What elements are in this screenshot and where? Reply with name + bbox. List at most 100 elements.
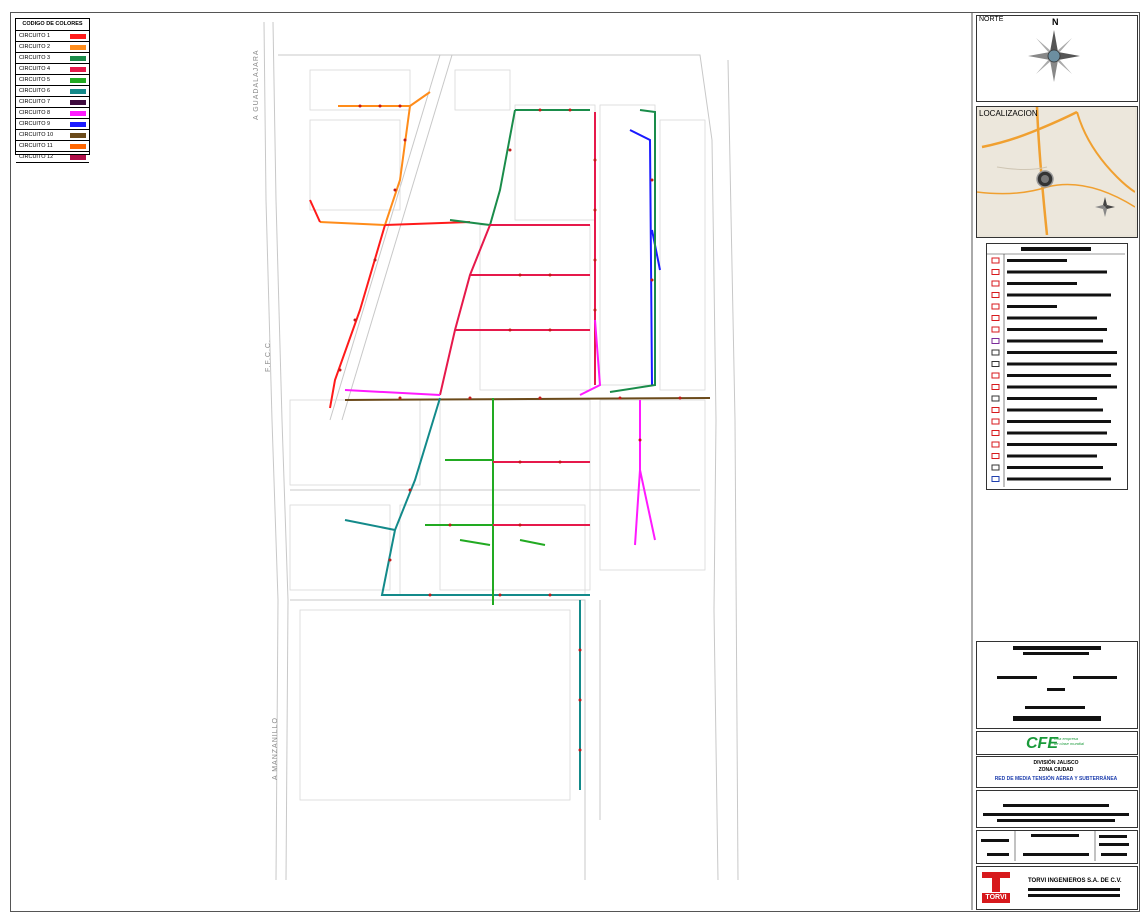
cfe-tagline: Una empresa de clase mundial (1054, 736, 1084, 746)
symbol-description (1007, 351, 1117, 354)
symbol-mark (991, 476, 1000, 482)
symbol-mark (991, 361, 1000, 367)
drawing-title-text (983, 804, 1129, 822)
location-map (977, 107, 1135, 235)
circuit-1-line (309, 199, 471, 409)
symbol-description (1007, 443, 1117, 446)
symbol-mark (991, 292, 1000, 298)
legend-swatch (70, 132, 86, 138)
circuit-6-line (344, 397, 590, 790)
legend-label: CIRCUITO 12 (19, 154, 54, 160)
legend-swatch (70, 77, 86, 83)
symbol-mark (991, 430, 1000, 436)
torvi-logo: TORVI (982, 872, 1010, 904)
pole-markers (338, 104, 682, 752)
legend-row: CIRCUITO 9 (16, 119, 89, 130)
company-name: TORVI INGENIEROS S.A. DE C.V. (1028, 878, 1122, 884)
circuit-3b-line (609, 109, 656, 393)
location-panel-title: LOCALIZACION (979, 109, 1038, 118)
legend-swatch (70, 55, 86, 61)
symbol-mark (991, 349, 1000, 356)
legend-label: CIRCUITO 1 (19, 33, 51, 39)
road-label-railroad: F.F.C.C. (265, 339, 272, 372)
symbol-description (1007, 270, 1107, 274)
symbol-description (1007, 477, 1111, 481)
legend-row: CIRCUITO 1 (16, 31, 89, 42)
road-label-manzanillo: A MANZANILLO (272, 717, 279, 780)
symbol-description (1007, 293, 1111, 297)
symbol-description (1007, 408, 1103, 412)
legend-label: CIRCUITO 5 (19, 77, 51, 83)
cfe-tagline-2: de clase mundial (1054, 741, 1085, 746)
symbol-description (1007, 397, 1097, 400)
circuit-4-line (439, 112, 596, 396)
symbol-description (1007, 420, 1111, 423)
legend-swatch (70, 33, 86, 39)
legend-label: CIRCUITO 2 (19, 44, 51, 50)
symbol-mark (991, 257, 1000, 264)
legend-row: CIRCUITO 3 (16, 53, 89, 64)
symbol-mark (991, 326, 1000, 333)
symbol-mark (991, 407, 1000, 413)
legend-label: CIRCUITO 11 (19, 143, 53, 149)
legend-row: CIRCUITO 8 (16, 108, 89, 119)
legend-swatch (70, 154, 86, 160)
torvi-logo-text: TORVI (982, 893, 1010, 903)
symbol-description (1007, 374, 1111, 377)
legend-row: CIRCUITO 6 (16, 86, 89, 97)
symbol-description (1007, 259, 1067, 262)
legend-row: CIRCUITO 10 (16, 130, 89, 141)
symbol-mark (991, 453, 1000, 459)
legend-label: CIRCUITO 7 (19, 99, 51, 105)
legend-title: CODIGO DE COLORES (16, 19, 89, 31)
symbol-mark (991, 280, 1000, 287)
title-block-notes-text (997, 646, 1117, 721)
circuit-2-line (319, 91, 431, 227)
symbology-table (987, 247, 1125, 487)
drawing-data-table (981, 831, 1129, 861)
symbol-description (1007, 466, 1103, 469)
color-code-legend: CODIGO DE COLORES CIRCUITO 1 CIRCUITO 2 CI… (15, 18, 90, 163)
legend-swatch (70, 66, 86, 72)
legend-swatch (70, 88, 86, 94)
company-details (1028, 888, 1120, 897)
project-title: RED DE MEDIA TENSIÓN AÉREA Y SUBTERRÁNEA (994, 776, 1118, 782)
legend-label: CIRCUITO 4 (19, 66, 51, 72)
legend-swatch (70, 110, 86, 116)
legend-swatch (70, 44, 86, 50)
circuit-3-line (449, 109, 590, 227)
symbol-mark (991, 395, 1000, 402)
symbol-description (1007, 305, 1057, 308)
legend-label: CIRCUITO 10 (19, 132, 54, 138)
symbol-mark (991, 372, 1000, 379)
legend-row: CIRCUITO 4 (16, 64, 89, 75)
legend-swatch (70, 121, 86, 127)
north-letter: N (1052, 17, 1059, 27)
symbol-mark (991, 315, 1000, 321)
legend-row: CIRCUITO 5 (16, 75, 89, 86)
legend-row: CIRCUITO 7 (16, 97, 89, 108)
symbol-description (1007, 339, 1103, 343)
legend-swatch (70, 99, 86, 105)
symbol-description (1007, 282, 1077, 285)
symbol-description (1007, 316, 1097, 320)
road-label-guadalajara: A GUADALAJARA (253, 49, 260, 120)
compass-rose-icon (1028, 30, 1080, 82)
legend-row: CIRCUITO 2 (16, 42, 89, 53)
circuit-4b-line (493, 461, 590, 526)
legend-label: CIRCUITO 8 (19, 110, 51, 116)
legend-row: CIRCUITO 11 (16, 141, 89, 152)
symbol-mark (991, 384, 1000, 390)
symbol-description (1007, 431, 1107, 435)
legend-swatch (70, 143, 86, 149)
road-lines (263, 21, 739, 881)
symbol-description (1007, 362, 1117, 366)
circuit-8-line (344, 319, 656, 546)
circuit-lines (309, 91, 711, 790)
symbol-mark (991, 441, 1000, 448)
legend-label: CIRCUITO 3 (19, 55, 51, 61)
symbol-mark (991, 303, 1000, 310)
north-panel-title: NORTE (979, 16, 1004, 23)
legend-label: CIRCUITO 9 (19, 121, 51, 127)
symbol-description (1007, 385, 1117, 389)
